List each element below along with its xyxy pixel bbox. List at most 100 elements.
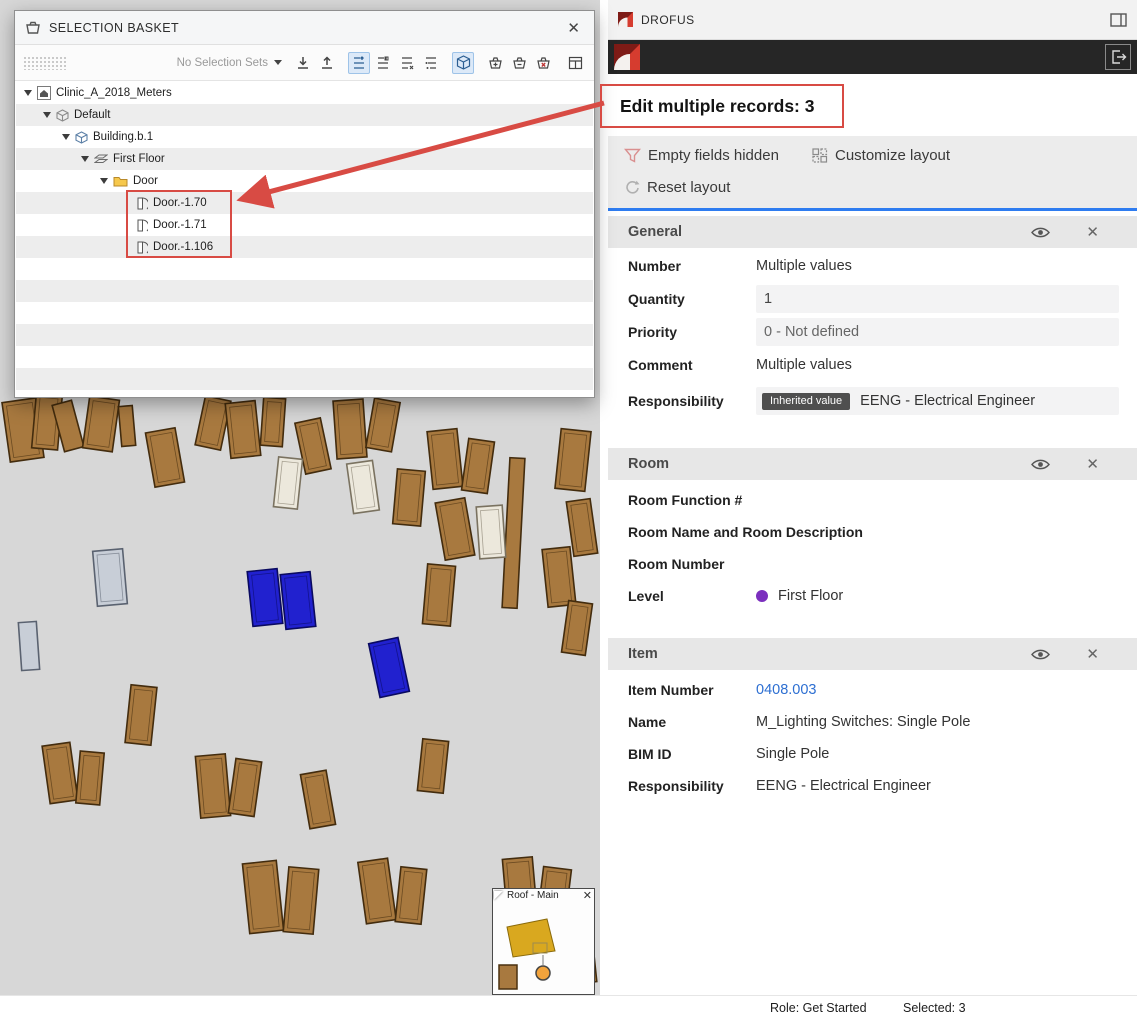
field-row-level: Level First Floor bbox=[608, 580, 1137, 612]
filter-icon bbox=[624, 148, 641, 163]
tree-label: Building.b.1 bbox=[93, 131, 153, 143]
tree-row-category-door[interactable]: Door bbox=[16, 170, 593, 192]
empty-fields-label: Empty fields hidden bbox=[648, 147, 779, 164]
field-value: Multiple values bbox=[756, 258, 852, 274]
visibility-icon[interactable] bbox=[1031, 458, 1050, 471]
tree-row-building[interactable]: Building.b.1 bbox=[16, 126, 593, 148]
section-title: Item bbox=[628, 646, 1031, 662]
remove-from-basket-icon[interactable] bbox=[508, 52, 530, 74]
field-value: M_Lighting Switches: Single Pole bbox=[756, 714, 970, 730]
field-row-room-name: Room Name and Room Description bbox=[608, 516, 1137, 548]
field-row-comment: Comment Multiple values bbox=[608, 349, 1137, 381]
field-label: Room Number bbox=[628, 556, 724, 572]
item-number-link[interactable]: 0408.003 bbox=[756, 682, 816, 698]
section-title: Room bbox=[628, 456, 1031, 472]
logout-icon[interactable] bbox=[1105, 44, 1131, 70]
panel-divider[interactable] bbox=[608, 208, 1137, 211]
expand-caret-icon[interactable] bbox=[100, 178, 108, 184]
drofus-titlebar[interactable]: DROFUS bbox=[608, 0, 1137, 40]
tree-label: Default bbox=[74, 109, 110, 121]
tree-row-door-instance[interactable]: Door.-1.71 bbox=[16, 214, 593, 236]
dock-panel-icon[interactable] bbox=[1110, 13, 1127, 27]
clear-basket-icon[interactable] bbox=[532, 52, 554, 74]
quantity-input[interactable] bbox=[756, 285, 1119, 313]
folder-icon bbox=[113, 175, 128, 187]
close-section-icon[interactable]: ✕ bbox=[1086, 645, 1099, 663]
tree-row-project[interactable]: Clinic_A_2018_Meters bbox=[16, 82, 593, 104]
expand-caret-icon[interactable] bbox=[24, 90, 32, 96]
load-selection-icon[interactable] bbox=[316, 52, 338, 74]
tree-row-empty bbox=[16, 280, 593, 302]
chevron-down-icon[interactable] bbox=[274, 60, 282, 65]
customize-layout-button[interactable]: Customize layout bbox=[812, 147, 950, 164]
layout-toolbar: Empty fields hidden Customize layout Res… bbox=[608, 136, 1137, 208]
responsibility-input[interactable]: Inherited value EENG - Electrical Engine… bbox=[756, 387, 1119, 415]
drofus-logo-icon bbox=[618, 12, 633, 27]
tree-row-level[interactable]: First Floor bbox=[16, 148, 593, 170]
table-view-icon[interactable] bbox=[564, 52, 586, 74]
group-by-category-icon[interactable] bbox=[396, 52, 418, 74]
section-header-item[interactable]: Item ✕ bbox=[608, 638, 1137, 670]
expand-caret-icon[interactable] bbox=[43, 112, 51, 118]
section-header-room[interactable]: Room ✕ bbox=[608, 448, 1137, 480]
field-label: Item Number bbox=[628, 682, 756, 698]
door-icon bbox=[137, 197, 148, 210]
field-label: BIM ID bbox=[628, 746, 756, 762]
group-by-level-icon[interactable] bbox=[372, 52, 394, 74]
building-icon bbox=[75, 131, 88, 144]
tree-label: First Floor bbox=[113, 153, 165, 165]
tree-label: Clinic_A_2018_Meters bbox=[56, 87, 172, 99]
field-value: Single Pole bbox=[756, 746, 829, 762]
selection-basket-toolbar: No Selection Sets bbox=[15, 45, 594, 81]
tree-row-default[interactable]: Default bbox=[16, 104, 593, 126]
expand-caret-icon[interactable] bbox=[81, 156, 89, 162]
add-to-basket-icon[interactable] bbox=[484, 52, 506, 74]
priority-input[interactable] bbox=[756, 318, 1119, 346]
save-selection-icon[interactable] bbox=[292, 52, 314, 74]
empty-fields-toggle[interactable]: Empty fields hidden bbox=[624, 147, 779, 164]
layout-grid-icon bbox=[812, 148, 828, 163]
close-window-icon[interactable]: ✕ bbox=[563, 19, 584, 37]
section-header-general[interactable]: General ✕ bbox=[608, 216, 1137, 248]
tree-label: Door.-1.70 bbox=[153, 197, 207, 209]
field-label: Number bbox=[628, 258, 756, 274]
field-label: Responsibility bbox=[628, 393, 756, 409]
tree-label: Door.-1.71 bbox=[153, 219, 207, 231]
show-3d-icon[interactable] bbox=[452, 52, 474, 74]
section-box-minimap[interactable]: Roof - Main ✕ bbox=[492, 888, 595, 995]
field-label: Priority bbox=[628, 324, 756, 340]
visibility-icon[interactable] bbox=[1031, 648, 1050, 661]
status-selected: Selected: 3 bbox=[903, 1001, 966, 1015]
minimap-close-icon[interactable]: ✕ bbox=[583, 889, 592, 902]
field-row-item-responsibility: Responsibility EENG - Electrical Enginee… bbox=[608, 770, 1137, 802]
group-by-model-icon[interactable] bbox=[348, 52, 370, 74]
tree-row-door-instance[interactable]: Door.-1.70 bbox=[16, 192, 593, 214]
selection-sets-dropdown[interactable]: No Selection Sets bbox=[177, 57, 268, 69]
visibility-icon[interactable] bbox=[1031, 226, 1050, 239]
field-row-priority: Priority bbox=[608, 316, 1137, 348]
expand-caret-icon[interactable] bbox=[62, 134, 70, 140]
close-section-icon[interactable]: ✕ bbox=[1086, 223, 1099, 241]
tree-row-empty bbox=[16, 258, 593, 280]
reset-layout-button[interactable]: Reset layout bbox=[624, 179, 730, 196]
close-section-icon[interactable]: ✕ bbox=[1086, 455, 1099, 473]
tree-row-empty bbox=[16, 324, 593, 346]
selection-basket-window: SELECTION BASKET ✕ No Selection Sets bbox=[14, 10, 595, 398]
field-label: Quantity bbox=[628, 291, 756, 307]
field-label: Room Name and Room Description bbox=[628, 524, 863, 540]
tree-label: Door.-1.106 bbox=[153, 241, 213, 253]
level-icon bbox=[94, 153, 108, 165]
field-row-bim-id: BIM ID Single Pole bbox=[608, 738, 1137, 770]
tree-row-door-instance[interactable]: Door.-1.106 bbox=[16, 236, 593, 258]
drag-handle[interactable] bbox=[23, 56, 67, 70]
tree-row-empty bbox=[16, 302, 593, 324]
field-row-responsibility: Responsibility Inherited value EENG - El… bbox=[608, 382, 1137, 420]
drofus-logo-icon bbox=[614, 44, 640, 70]
group-by-type-icon[interactable] bbox=[420, 52, 442, 74]
field-label: Room Function # bbox=[628, 492, 742, 508]
field-row-room-number: Room Number bbox=[608, 548, 1137, 580]
reset-icon bbox=[624, 180, 640, 196]
window-title: SELECTION BASKET bbox=[49, 21, 563, 35]
selection-basket-titlebar[interactable]: SELECTION BASKET ✕ bbox=[15, 11, 594, 45]
door-icon bbox=[137, 241, 148, 254]
